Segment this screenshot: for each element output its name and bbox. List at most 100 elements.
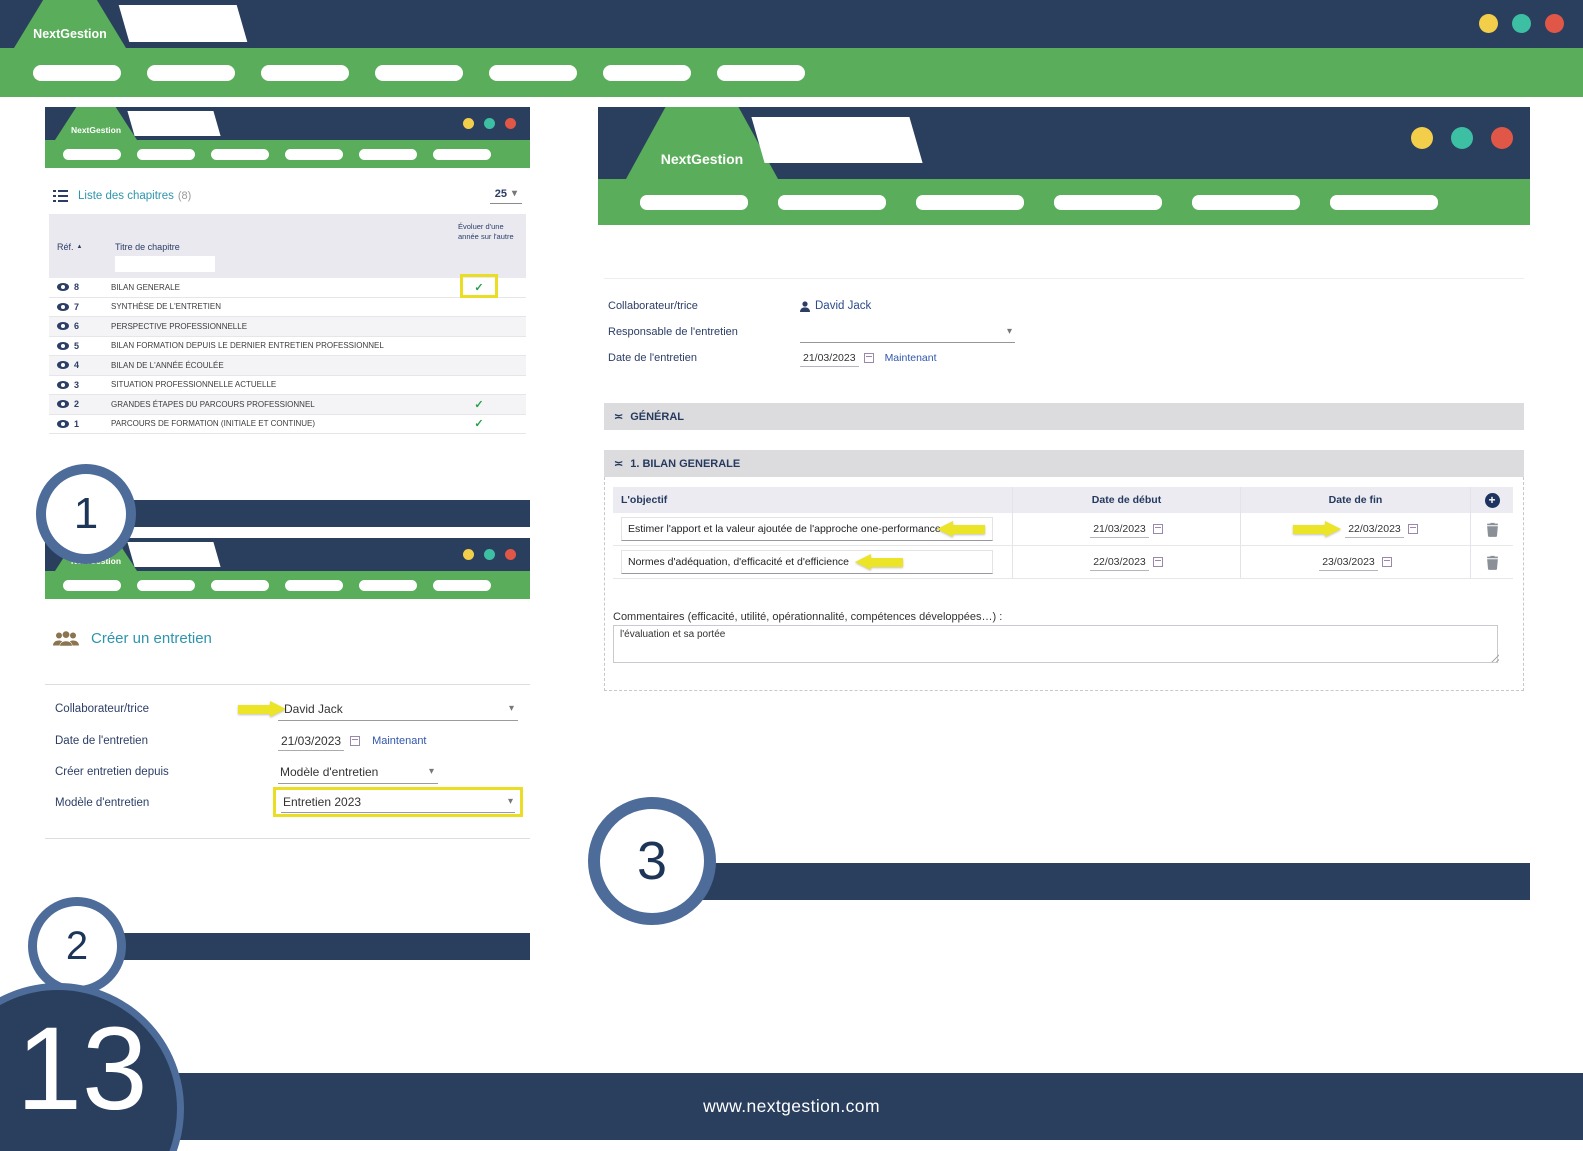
nav-pill[interactable]: [1054, 195, 1162, 210]
window-dot-teal[interactable]: [1512, 14, 1531, 33]
eye-icon[interactable]: [57, 420, 69, 428]
table-row[interactable]: 7 SYNTHÈSE DE L'ENTRETIEN: [49, 298, 526, 318]
window-dot-yellow[interactable]: [463, 118, 474, 129]
table-row[interactable]: 4 BILAN DE L'ANNÉE ÉCOULÉE: [49, 356, 526, 376]
nav-pill[interactable]: [285, 149, 343, 160]
column-title[interactable]: Titre de chapitre: [115, 242, 180, 252]
end-date-input[interactable]: 22/03/2023: [1345, 521, 1404, 538]
eye-icon[interactable]: [57, 322, 69, 330]
nav-pill[interactable]: [63, 580, 121, 591]
window-dot-red[interactable]: [1491, 127, 1513, 149]
table-row[interactable]: 6 PERSPECTIVE PROFESSIONNELLE: [49, 317, 526, 337]
calendar-icon[interactable]: [864, 353, 874, 363]
eye-icon[interactable]: [57, 303, 69, 311]
objective-row: Estimer l'apport et la valeur ajoutée de…: [613, 513, 1513, 546]
comments-label: Commentaires (efficacité, utilité, opéra…: [613, 611, 1002, 623]
window-title-bar: NextGestion: [598, 107, 1530, 179]
start-date-input[interactable]: 21/03/2023: [1090, 521, 1149, 538]
nav-pill[interactable]: [211, 149, 269, 160]
calendar-icon[interactable]: [1153, 524, 1163, 534]
nav-pill[interactable]: [603, 65, 691, 81]
calendar-icon[interactable]: [1153, 557, 1163, 567]
nav-pill[interactable]: [33, 65, 121, 81]
collaborator-name[interactable]: David Jack: [815, 300, 871, 312]
row-title: BILAN DE L'ANNÉE ÉCOULÉE: [111, 361, 224, 370]
calendar-icon[interactable]: [350, 736, 360, 746]
window-dot-red[interactable]: [505, 118, 516, 129]
step-number: 1: [74, 489, 98, 539]
table-row[interactable]: 3 SITUATION PROFESSIONNELLE ACTUELLE: [49, 376, 526, 396]
nav-pill[interactable]: [359, 580, 417, 591]
table-row[interactable]: 5 BILAN FORMATION DEPUIS LE DERNIER ENTR…: [49, 337, 526, 357]
trash-icon[interactable]: [1486, 555, 1499, 570]
collaborator-select[interactable]: David Jack ▾: [278, 697, 518, 721]
nav-pill[interactable]: [359, 149, 417, 160]
nav-pill[interactable]: [211, 580, 269, 591]
nav-pill[interactable]: [916, 195, 1024, 210]
window-dot-teal[interactable]: [484, 549, 495, 560]
field-manager: Responsable de l'entretien ▾: [608, 320, 1520, 344]
nav-pill[interactable]: [63, 149, 121, 160]
field-label: Créer entretien depuis: [55, 766, 169, 778]
nav-pill[interactable]: [285, 580, 343, 591]
now-link[interactable]: Maintenant: [885, 352, 937, 364]
comments-textarea[interactable]: l'évaluation et sa portée: [613, 625, 1498, 663]
window-dot-red[interactable]: [1545, 14, 1564, 33]
nav-pill[interactable]: [433, 149, 491, 160]
start-date-input[interactable]: 22/03/2023: [1090, 554, 1149, 571]
window-nav-bar: [45, 140, 530, 168]
section-general[interactable]: ≍ GÉNÉRAL: [604, 403, 1524, 430]
nav-pill[interactable]: [1192, 195, 1300, 210]
nav-pill[interactable]: [1330, 195, 1438, 210]
eye-icon[interactable]: [57, 342, 69, 350]
eye-icon[interactable]: [57, 361, 69, 369]
row-ref: 1: [74, 419, 79, 429]
eye-icon[interactable]: [57, 381, 69, 389]
page-size-select[interactable]: 25 ▾: [490, 188, 522, 204]
nav-pill[interactable]: [778, 195, 886, 210]
brand-tab[interactable]: NextGestion: [55, 107, 137, 140]
nav-pill[interactable]: [261, 65, 349, 81]
nav-pill[interactable]: [433, 580, 491, 591]
nav-pill[interactable]: [489, 65, 577, 81]
eye-icon[interactable]: [57, 283, 69, 291]
objective-input[interactable]: Estimer l'apport et la valeur ajoutée de…: [621, 517, 993, 541]
window-dot-red[interactable]: [505, 549, 516, 560]
date-input[interactable]: 21/03/2023: [800, 350, 859, 367]
manager-select[interactable]: ▾: [800, 321, 1015, 343]
table-row[interactable]: 8 BILAN GENERALE ✓: [49, 278, 526, 298]
calendar-icon[interactable]: [1408, 524, 1418, 534]
section-bilan-generale[interactable]: ≍ 1. BILAN GENERALE: [604, 450, 1524, 477]
add-objective-button[interactable]: +: [1485, 493, 1500, 508]
table-row[interactable]: 1 PARCOURS DE FORMATION (INITIALE ET CON…: [49, 415, 526, 435]
field-date: Date de l'entretien 21/03/2023 Maintenan…: [608, 346, 1520, 370]
nav-pill[interactable]: [640, 195, 748, 210]
nav-pill[interactable]: [717, 65, 805, 81]
column-ref[interactable]: Réf. ▲: [57, 242, 82, 252]
title-filter-input[interactable]: [115, 256, 215, 272]
nav-pill[interactable]: [147, 65, 235, 81]
objective-input[interactable]: Normes d'adéquation, d'efficacité et d'e…: [621, 550, 993, 574]
now-link[interactable]: Maintenant: [372, 735, 426, 747]
nav-pill[interactable]: [137, 149, 195, 160]
page-heading: Créer un entretien: [53, 630, 212, 647]
end-date-input[interactable]: 23/03/2023: [1319, 554, 1378, 571]
window-dot-teal[interactable]: [1451, 127, 1473, 149]
date-input[interactable]: 21/03/2023: [278, 732, 344, 751]
template-select[interactable]: Entretien 2023 ▾: [281, 791, 515, 813]
window-dot-teal[interactable]: [484, 118, 495, 129]
window-dot-yellow[interactable]: [1411, 127, 1433, 149]
brand-tab[interactable]: NextGestion: [14, 0, 126, 48]
window-dot-yellow[interactable]: [1479, 14, 1498, 33]
calendar-icon[interactable]: [1382, 557, 1392, 567]
nav-pill[interactable]: [137, 580, 195, 591]
window-dot-yellow[interactable]: [463, 549, 474, 560]
eye-icon[interactable]: [57, 400, 69, 408]
list-title: Liste des chapitres: [78, 190, 174, 202]
create-from-select[interactable]: Modèle d'entretien ▾: [278, 760, 438, 784]
highlight-arrow-left-icon: [937, 521, 985, 537]
table-row[interactable]: 2 GRANDES ÉTAPES DU PARCOURS PROFESSIONN…: [49, 395, 526, 415]
row-ref: 5: [74, 341, 79, 351]
trash-icon[interactable]: [1486, 522, 1499, 537]
nav-pill[interactable]: [375, 65, 463, 81]
